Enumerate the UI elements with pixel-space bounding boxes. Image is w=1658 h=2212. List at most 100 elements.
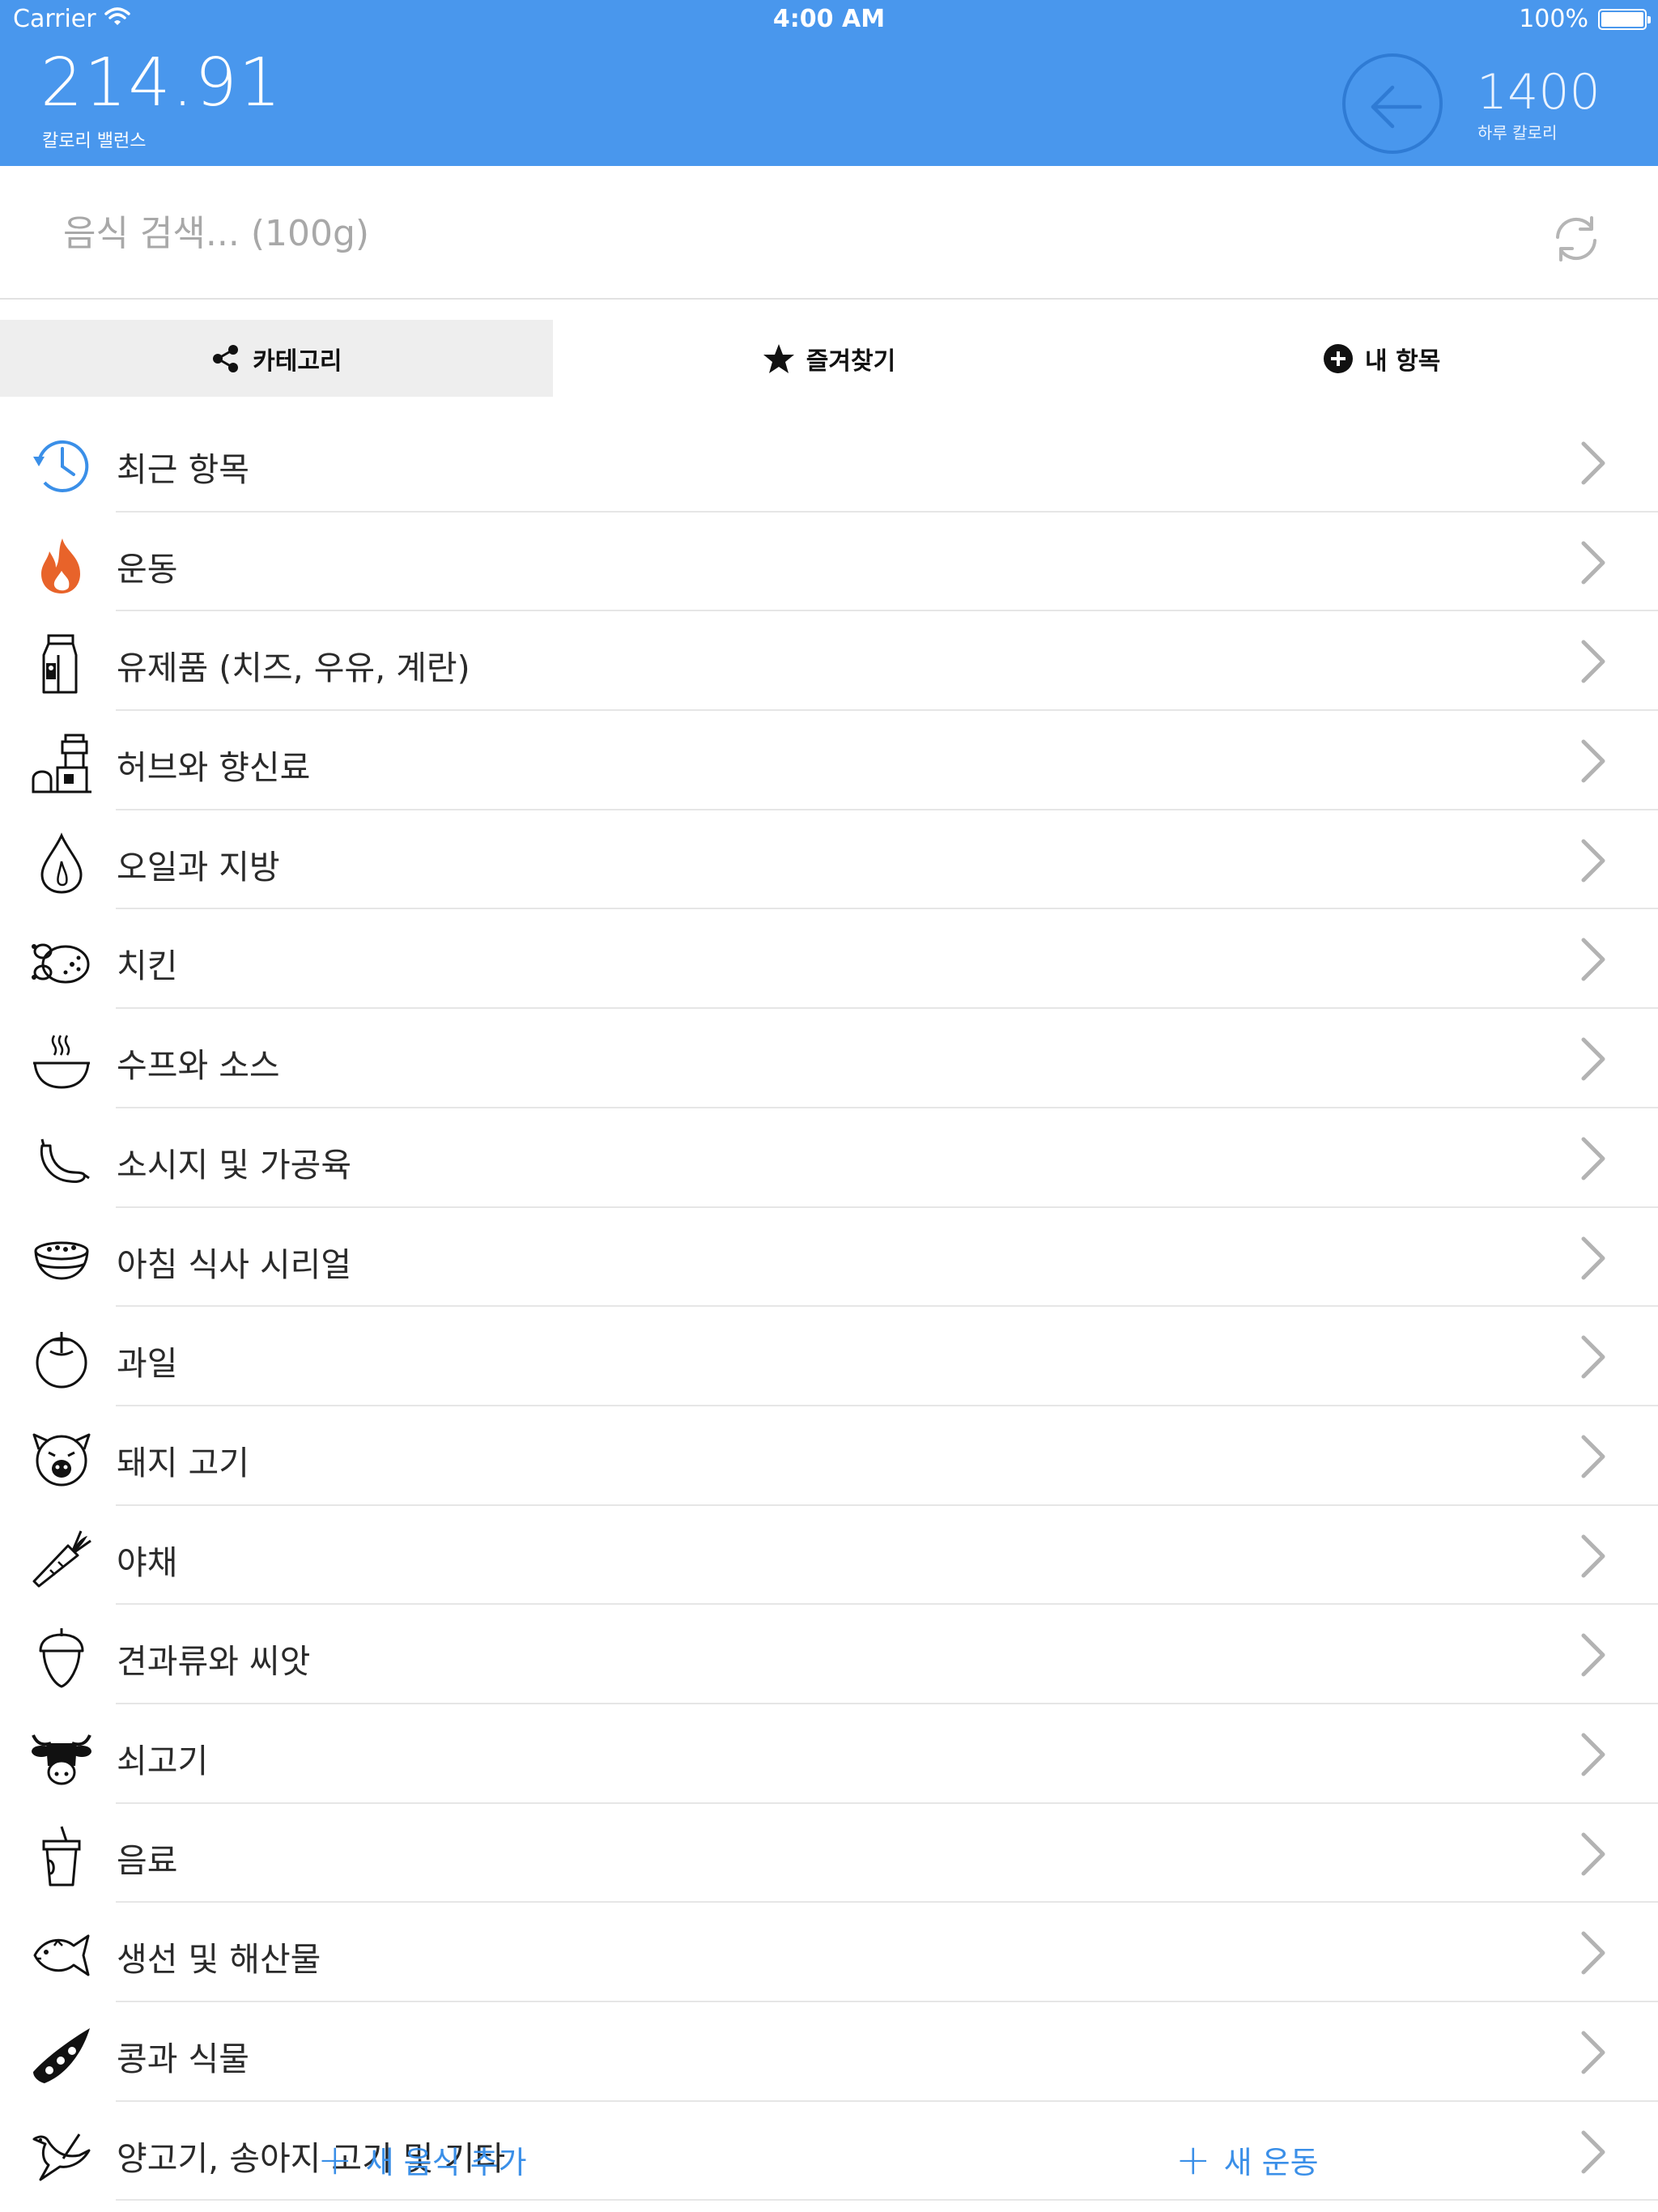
fruit-icon <box>29 1329 94 1389</box>
category-label: 견과류와 씨앗 <box>117 1642 311 1682</box>
category-label: 운동 <box>117 549 178 589</box>
category-row-beef[interactable]: 쇠고기 <box>0 1704 1658 1804</box>
pea-pod-icon <box>29 2025 94 2085</box>
pig-icon <box>29 1429 94 1489</box>
chevron-right-icon <box>1581 1435 1605 1478</box>
category-row-exercise[interactable]: 운동 <box>0 513 1658 612</box>
search-bar <box>0 166 1658 300</box>
category-row-nuts[interactable]: 견과류와 씨앗 <box>0 1605 1658 1704</box>
category-label: 허브와 향신료 <box>117 748 311 788</box>
battery-icon <box>1598 8 1651 30</box>
category-row-sausage[interactable]: 소시지 및 가공육 <box>0 1108 1658 1208</box>
category-row-lamb[interactable]: 양고기, 송아지 고기 및 기타 <box>0 2102 1658 2201</box>
category-row-vegetables[interactable]: 야채 <box>0 1506 1658 1606</box>
category-label: 오일과 지방 <box>117 847 280 887</box>
chevron-right-icon <box>1581 1633 1605 1677</box>
tab-favorites[interactable]: 즐겨찾기 <box>553 320 1106 397</box>
chevron-right-icon <box>1581 1137 1605 1180</box>
milk-carton-icon <box>29 634 94 694</box>
chevron-right-icon <box>1581 1335 1605 1379</box>
star-icon <box>763 342 795 375</box>
roast-chicken-icon <box>29 932 94 992</box>
category-label: 수프와 소스 <box>117 1046 280 1086</box>
plus-icon: + <box>317 2135 353 2184</box>
sausage-icon <box>29 1131 94 1191</box>
chevron-right-icon <box>1581 739 1605 783</box>
category-row-oils[interactable]: 오일과 지방 <box>0 810 1658 910</box>
calorie-balance-label: 칼로리 밸런스 <box>42 131 147 151</box>
drink-cup-icon <box>29 1826 94 1887</box>
cow-icon <box>29 1727 94 1787</box>
daily-calorie-value[interactable]: 1400 <box>1477 68 1601 117</box>
category-row-fish[interactable]: 생선 및 해산물 <box>0 1903 1658 2002</box>
back-button[interactable] <box>1342 53 1443 154</box>
category-label: 쇠고기 <box>117 1741 209 1780</box>
share-icon <box>210 343 241 374</box>
category-row-legumes[interactable]: 콩과 식물 <box>0 2002 1658 2102</box>
category-label: 최근 항목 <box>117 450 249 489</box>
chevron-right-icon <box>1581 1037 1605 1081</box>
cereal-bowl-icon <box>29 1231 94 1291</box>
category-row-drinks[interactable]: 음료 <box>0 1804 1658 1904</box>
plus-icon: + <box>1175 2135 1211 2184</box>
chevron-right-icon <box>1581 640 1605 683</box>
tab-categories-label: 카테고리 <box>253 347 342 376</box>
oil-drop-icon <box>29 832 94 894</box>
segmented-tabs: 카테고리 즐겨찾기 내 항목 <box>0 320 1658 397</box>
chevron-right-icon <box>1581 938 1605 981</box>
chevron-right-icon <box>1581 2031 1605 2074</box>
refresh-button[interactable] <box>1548 210 1605 266</box>
status-battery: 100% <box>1519 5 1651 33</box>
spice-grinder-icon <box>29 734 94 793</box>
chevron-right-icon <box>1581 1733 1605 1776</box>
fish-icon <box>29 1925 94 1985</box>
acorn-icon <box>29 1627 94 1688</box>
clock-history-icon <box>29 436 94 496</box>
chevron-right-icon <box>1581 839 1605 883</box>
category-row-pork[interactable]: 돼지 고기 <box>0 1406 1658 1506</box>
daily-calorie-label: 하루 칼로리 <box>1477 123 1558 143</box>
category-row-dairy[interactable]: 유제품 (치즈, 우유, 계란) <box>0 611 1658 712</box>
category-label: 아침 식사 시리얼 <box>117 1244 352 1284</box>
bird-icon <box>29 2125 94 2184</box>
plus-circle-icon <box>1323 343 1354 374</box>
carrot-icon <box>29 1529 94 1589</box>
add-food-label: 새 음식 추가 <box>365 2145 527 2180</box>
category-label: 야채 <box>117 1542 178 1582</box>
chevron-right-icon <box>1581 1832 1605 1876</box>
add-food-button[interactable]: + 새 음식 추가 <box>317 2138 527 2182</box>
category-row-chicken[interactable]: 치킨 <box>0 909 1658 1010</box>
refresh-icon <box>1556 216 1596 262</box>
tab-my-items-label: 내 항목 <box>1365 347 1441 376</box>
chevron-right-icon <box>1581 2130 1605 2174</box>
category-row-herbs[interactable]: 허브와 향신료 <box>0 711 1658 810</box>
category-row-soups[interactable]: 수프와 소스 <box>0 1009 1658 1108</box>
status-time: 4:00 AM <box>772 5 886 33</box>
flame-icon <box>29 535 94 595</box>
chevron-right-icon <box>1581 1931 1605 1975</box>
app-header: Carrier 4:00 AM 100% 214.91 칼로리 밸런스 1400… <box>0 0 1658 166</box>
tab-categories[interactable]: 카테고리 <box>0 320 553 397</box>
food-search-input[interactable] <box>63 205 1439 262</box>
battery-percent: 100% <box>1519 5 1588 33</box>
chevron-right-icon <box>1581 541 1605 585</box>
category-label: 돼지 고기 <box>117 1443 249 1482</box>
arrow-left-circle-icon <box>1371 85 1422 129</box>
category-label: 콩과 식물 <box>117 2040 249 2078</box>
category-row-cereal[interactable]: 아침 식사 시리얼 <box>0 1208 1658 1308</box>
category-label: 생선 및 해산물 <box>117 1940 321 1980</box>
add-exercise-button[interactable]: + 새 운동 <box>1175 2138 1319 2182</box>
add-exercise-label: 새 운동 <box>1223 2145 1319 2180</box>
chevron-right-icon <box>1581 1236 1605 1279</box>
tab-favorites-label: 즐겨찾기 <box>806 347 896 376</box>
soup-bowl-icon <box>29 1032 94 1091</box>
category-label: 과일 <box>117 1344 178 1384</box>
category-list: 최근 항목 운동 유제품 (치즈, 우유, 계란) 허브와 향신료 오일과 지방… <box>0 413 1658 2201</box>
category-row-fruit[interactable]: 과일 <box>0 1307 1658 1406</box>
category-label: 치킨 <box>117 946 178 986</box>
chevron-right-icon <box>1581 1534 1605 1578</box>
category-row-recent[interactable]: 최근 항목 <box>0 413 1658 513</box>
calorie-balance-value: 214.91 <box>40 45 283 121</box>
category-label: 음료 <box>117 1840 178 1880</box>
tab-my-items[interactable]: 내 항목 <box>1105 320 1658 397</box>
